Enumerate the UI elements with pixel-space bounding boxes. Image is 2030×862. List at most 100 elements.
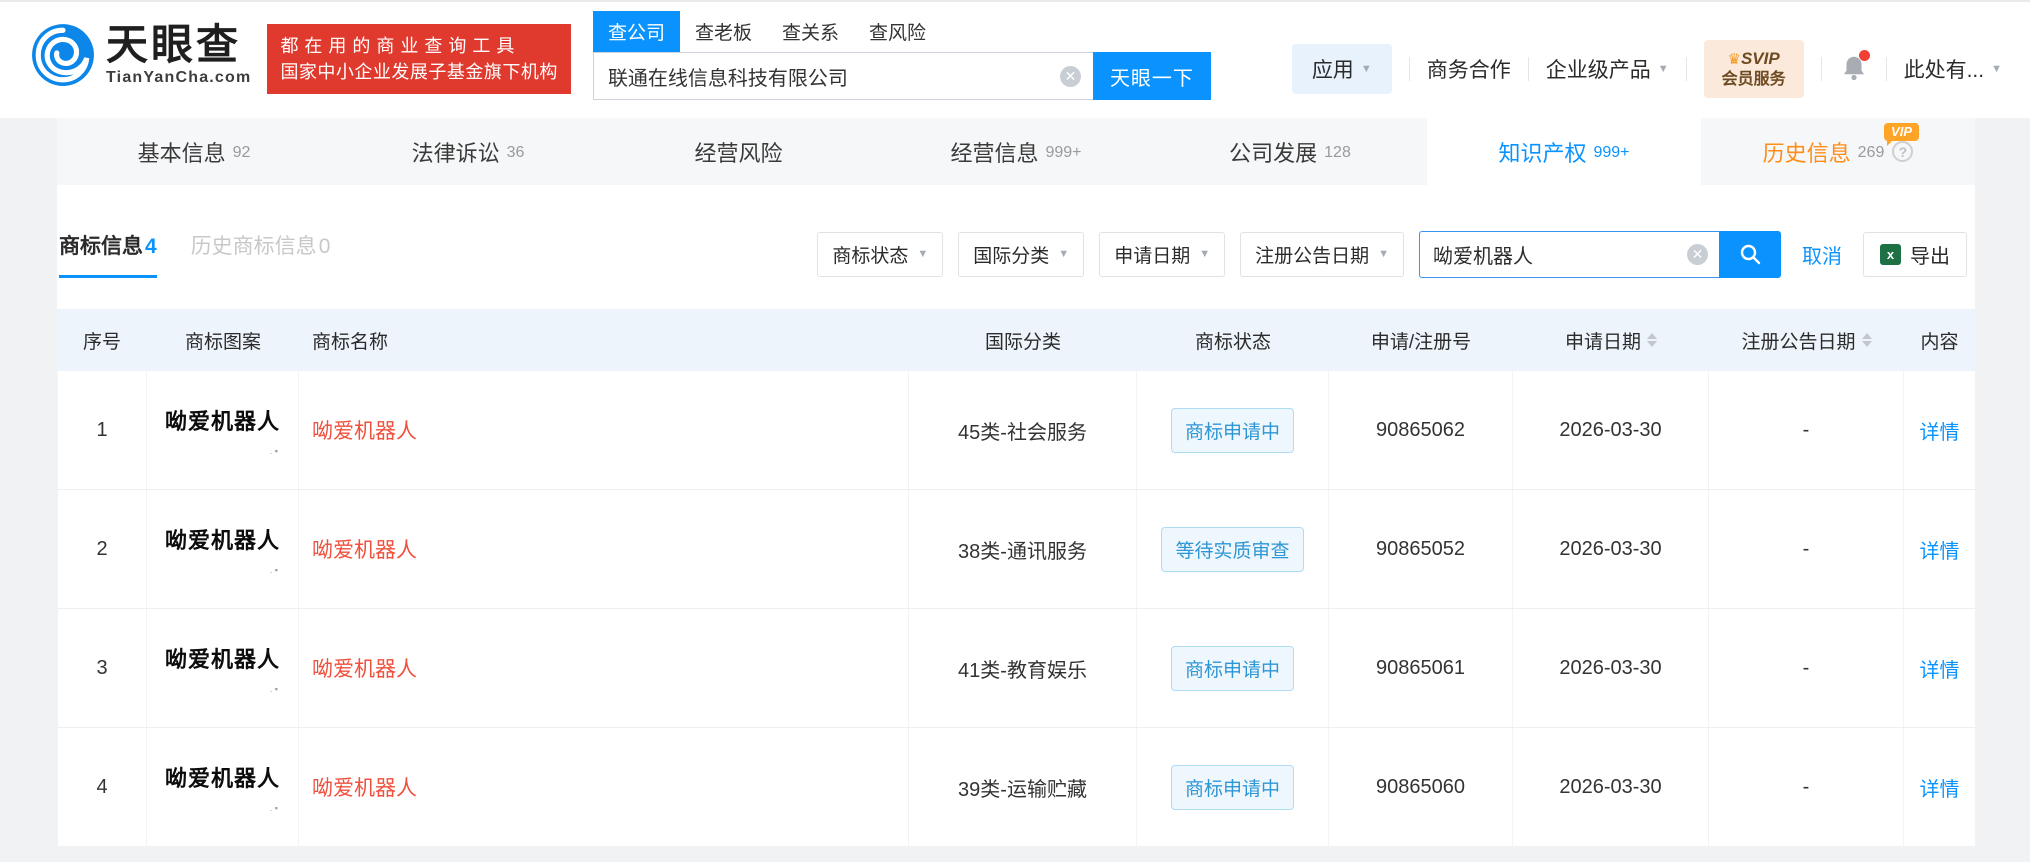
col-trademark-status: 商标状态 <box>1194 331 1271 353</box>
search-button[interactable]: 天眼一下 <box>1092 52 1211 100</box>
apply-date: 2026-03-30 <box>1513 490 1709 608</box>
row-index: 1 <box>57 371 147 489</box>
registration-number: 90865052 <box>1329 490 1513 608</box>
status-badge: 商标申请中 <box>1170 764 1294 810</box>
divider <box>1820 57 1822 81</box>
filter-label: 注册公告日期 <box>1255 245 1370 267</box>
trademark-image[interactable]: 呦爱机器人 . ▪ <box>165 642 280 694</box>
trademark-toolbar: 商标信息4 历史商标信息0 商标状态 ▼ 国际分类 ▼ 申请日期 ▼ 注册公告日期 ▼ <box>57 185 1975 309</box>
tab-business-info[interactable]: 经营信息 999+ <box>879 118 1153 185</box>
table-row: 1 呦爱机器人 . ▪ 呦爱机器人 45类-社会服务 商标申请中 9086506… <box>57 371 1975 490</box>
search-tab-relation[interactable]: 查关系 <box>767 11 854 52</box>
notification-dot <box>1858 50 1870 61</box>
tab-company-development[interactable]: 公司发展 128 <box>1153 118 1427 185</box>
tab-legal-proceedings[interactable]: 法律诉讼 36 <box>331 118 605 185</box>
search-tab-boss[interactable]: 查老板 <box>680 11 767 52</box>
crown-icon: ♛ <box>1727 50 1741 68</box>
trademark-sub-tabs: 商标信息4 历史商标信息0 <box>59 230 330 278</box>
apps-label: 应用 <box>1311 59 1354 82</box>
trademark-image-text: 呦爱机器人 <box>164 766 280 791</box>
subtab-history-trademark-info[interactable]: 历史商标信息0 <box>191 230 331 278</box>
chevron-down-icon: ▼ <box>917 248 929 260</box>
trademark-image-text: 呦爱机器人 <box>164 409 280 434</box>
search-tab-company[interactable]: 查公司 <box>592 11 680 52</box>
tab-count: 36 <box>506 144 525 161</box>
apps-menu-button[interactable]: 应用 ▼ <box>1291 44 1392 94</box>
subtab-trademark-info[interactable]: 商标信息4 <box>59 230 157 278</box>
trademark-name-link[interactable]: 呦爱机器人 <box>312 653 417 683</box>
notifications-bell-icon[interactable] <box>1839 50 1870 85</box>
filter-announce-date[interactable]: 注册公告日期 ▼ <box>1240 231 1404 277</box>
trademark-name-link[interactable]: 呦爱机器人 <box>312 534 417 564</box>
trademark-name-link[interactable]: 呦爱机器人 <box>312 415 417 445</box>
filter-trademark-status[interactable]: 商标状态 ▼ <box>817 231 944 277</box>
chevron-down-icon: ▼ <box>1991 63 2002 75</box>
tab-basic-info[interactable]: 基本信息 92 <box>57 118 331 185</box>
detail-link[interactable]: 详情 <box>1920 654 1960 683</box>
international-class: 45类-社会服务 <box>909 371 1137 489</box>
table-row: 3 呦爱机器人 . ▪ 呦爱机器人 41类-教育娱乐 商标申请中 9086506… <box>57 609 1975 728</box>
status-badge: 商标申请中 <box>1170 645 1294 691</box>
sort-icon[interactable] <box>1861 328 1872 352</box>
tab-intellectual-property[interactable]: 知识产权 999+ <box>1427 118 1701 185</box>
tab-count: 999+ <box>1045 144 1082 161</box>
user-account-menu[interactable]: 此处有... ▼ <box>1904 54 2002 84</box>
cancel-link[interactable]: 取消 <box>1802 240 1842 269</box>
col-label: 申请日期 <box>1564 331 1641 353</box>
trademark-image[interactable]: 呦爱机器人 . ▪ <box>165 761 280 813</box>
apply-date: 2026-03-30 <box>1513 371 1709 489</box>
col-apply-date[interactable]: 申请日期 <box>1513 327 1709 354</box>
tab-label: 基本信息 <box>137 140 226 166</box>
chevron-down-icon: ▼ <box>1657 63 1669 75</box>
subtab-count: 0 <box>318 235 331 258</box>
tab-count: 999+ <box>1593 144 1630 161</box>
detail-link[interactable]: 详情 <box>1920 535 1960 564</box>
export-button[interactable]: x 导出 <box>1863 231 1967 277</box>
detail-link[interactable]: 详情 <box>1920 416 1960 445</box>
trademark-image-mark: . ▪ <box>269 565 278 575</box>
search-tab-risk[interactable]: 查风险 <box>854 11 941 52</box>
logo-domain: TianYanCha.com <box>106 69 252 86</box>
apply-date: 2026-03-30 <box>1513 609 1709 727</box>
col-content: 内容 <box>1920 331 1959 353</box>
user-label: 此处有... <box>1903 59 1985 82</box>
keyword-search-button[interactable] <box>1719 230 1781 278</box>
subtab-label: 商标信息 <box>59 235 143 258</box>
clear-search-icon[interactable]: ✕ <box>1059 66 1081 87</box>
detail-link[interactable]: 详情 <box>1920 773 1960 802</box>
vip-badge: VIP <box>1884 123 1919 146</box>
trademark-image[interactable]: 呦爱机器人 . ▪ <box>165 523 280 575</box>
keyword-input[interactable] <box>1419 230 1719 278</box>
company-nav-tabs: 基本信息 92 法律诉讼 36 经营风险 经营信息 999+ 公司发展 128 … <box>57 118 1975 185</box>
svip-member-button[interactable]: ♛SVIP 会员服务 <box>1703 40 1804 98</box>
enterprise-products-menu[interactable]: 企业级产品 ▼ <box>1546 54 1669 84</box>
filter-international-class[interactable]: 国际分类 ▼ <box>958 231 1085 277</box>
tab-label: 经营信息 <box>950 140 1039 166</box>
tab-label: 法律诉讼 <box>411 140 500 166</box>
tab-business-risk[interactable]: 经营风险 <box>605 118 879 185</box>
help-question-icon[interactable]: ? <box>1892 141 1914 162</box>
keyword-search: ✕ <box>1419 230 1781 278</box>
logo[interactable]: 天眼查 TianYanCha.com <box>30 22 251 88</box>
trademark-image[interactable]: 呦爱机器人 . ▪ <box>165 404 280 456</box>
promo-line2: 国家中小企业发展子基金旗下机构 <box>280 62 558 82</box>
sort-icon[interactable] <box>1647 328 1657 352</box>
filter-apply-date[interactable]: 申请日期 ▼ <box>1099 231 1226 277</box>
international-class: 39类-运输贮藏 <box>909 728 1137 846</box>
enterprise-label: 企业级产品 <box>1545 59 1651 82</box>
promo-banner: 都在用的商业查询工具 国家中小企业发展子基金旗下机构 <box>267 24 571 94</box>
col-announce-date[interactable]: 注册公告日期 <box>1709 327 1904 354</box>
chevron-down-icon: ▼ <box>1360 63 1372 75</box>
tianyancha-logo-icon <box>32 24 94 86</box>
registration-number: 90865061 <box>1329 609 1513 727</box>
business-cooperation-link[interactable]: 商务合作 <box>1427 54 1511 84</box>
trademark-image-text: 呦爱机器人 <box>164 528 280 553</box>
company-search-input[interactable] <box>592 52 1093 100</box>
row-index: 2 <box>57 490 147 608</box>
trademark-name-link[interactable]: 呦爱机器人 <box>312 772 417 802</box>
trademark-table: 序号 商标图案 商标名称 国际分类 商标状态 申请/注册号 申请日期 注册公告日… <box>57 309 1975 846</box>
tab-count: 128 <box>1324 144 1351 161</box>
tab-history-info[interactable]: VIP 历史信息 269 ? <box>1701 118 1975 185</box>
clear-keyword-icon[interactable]: ✕ <box>1687 243 1708 265</box>
divider <box>1885 57 1887 81</box>
